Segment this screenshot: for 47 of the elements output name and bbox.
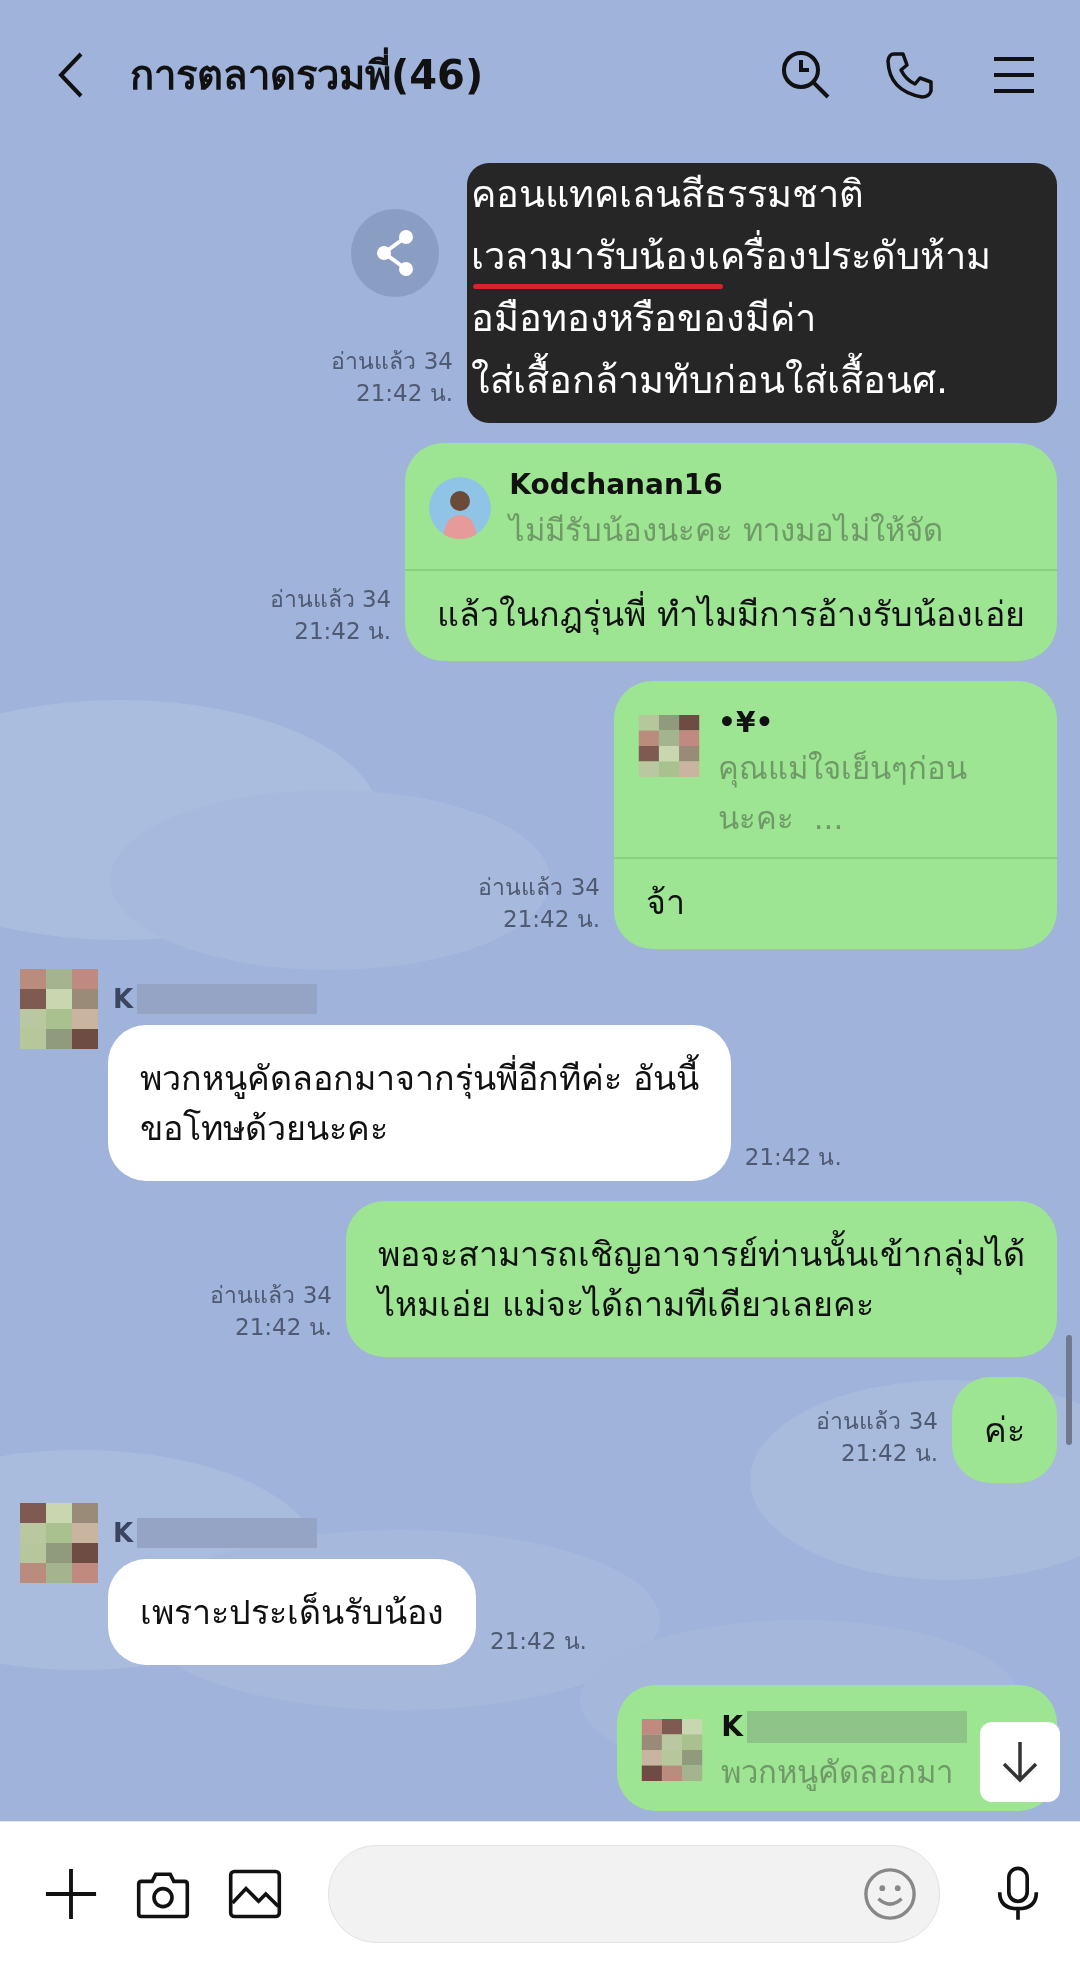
scrollbar[interactable] xyxy=(1066,1335,1072,1445)
message-time: 21:42 น. xyxy=(294,617,392,646)
image-text-line: คอนแทคเลนสีธรรมชาติ xyxy=(470,171,865,218)
scroll-down-button[interactable] xyxy=(980,1722,1060,1802)
chat-title: การตลาดรวมพี่(46) xyxy=(130,43,728,107)
emoji-icon[interactable] xyxy=(863,1867,917,1921)
arrow-down-icon xyxy=(1000,1740,1040,1784)
avatar-icon xyxy=(429,477,492,539)
quoted-sender-name: •¥• xyxy=(718,705,774,741)
image-text-line: เวลามารับน้องเครื่องประดับห้าม xyxy=(467,231,1057,281)
message-text: แล้วในกฎรุ่นพี่ ทำไมมีการอ้างรับน้องเอ่ย xyxy=(405,571,1057,661)
quoted-message: ไม่มีรับน้องนะคะ ทางมอไม่ให้จัด xyxy=(509,511,944,550)
image-text-line: อมือทองหรือของมีค่า xyxy=(470,295,817,342)
avatar-icon xyxy=(641,1719,704,1781)
message-time: 21:42 น. xyxy=(841,1439,938,1468)
sender-name: K xyxy=(113,1517,134,1549)
message-time: 21:42 น. xyxy=(235,1313,332,1342)
message-time: 21:42 น. xyxy=(503,905,600,934)
avatar-icon xyxy=(20,1503,98,1583)
avatar-icon xyxy=(20,969,98,1049)
read-receipt: อ่านแล้ว 34 xyxy=(478,873,600,902)
read-receipt: อ่านแล้ว 34 xyxy=(816,1407,938,1436)
image-message[interactable]: คอนแทคเลนสีธรรมชาติ เวลามารับน้องเครื่องประดับห้าม อมือทองหรือของมีค่า ใส่เสื้อกล้ามทับก่อนใส่เสื้อนศ. xyxy=(467,163,1057,423)
share-button[interactable] xyxy=(351,209,439,297)
message-bubble[interactable]: พอจะสามารถเชิญอาจารย์ท่านนั้นเข้ากลุ่มได้ ไหมเอ่ย แม่จะได้ถามทีเดียวเลยคะ xyxy=(346,1201,1057,1357)
sender-name: K xyxy=(113,983,134,1015)
plus-icon[interactable] xyxy=(44,1867,98,1921)
message-bubble[interactable]: •¥• คุณแม่ใจเย็นๆก่อน นะคะ ... จ้า xyxy=(614,681,1057,949)
quoted-sender-name: K xyxy=(721,1709,743,1745)
read-receipt: อ่านแล้ว 34 xyxy=(331,347,453,376)
message-bubble[interactable]: พวกหนูคัดลอกมาจากรุ่นพี่อีกทีค่ะ อันนี้ ขอโทษด้วยนะคะ xyxy=(108,1025,731,1181)
search-icon[interactable] xyxy=(780,49,832,101)
message-bubble[interactable]: เพราะประเด็นรับน้อง xyxy=(108,1559,476,1665)
message-time: 21:42 น. xyxy=(356,379,453,408)
avatar-icon xyxy=(638,715,700,777)
quoted-sender-name: Kodchanan16 xyxy=(509,467,723,503)
quoted-message: คุณแม่ใจเย็นๆก่อน นะคะ ... xyxy=(718,749,967,838)
read-receipt: อ่านแล้ว 34 xyxy=(269,585,392,614)
message-time: 21:42 น. xyxy=(744,1143,842,1172)
quoted-message: พวกหนูคัดลอกมา xyxy=(721,1753,955,1793)
image-icon[interactable] xyxy=(228,1867,282,1921)
message-time: 21:42 น. xyxy=(490,1627,587,1656)
read-receipt: อ่านแล้ว 34 xyxy=(210,1281,332,1310)
message-text: จ้า xyxy=(645,881,686,924)
message-bubble[interactable]: Kodchanan16 ไม่มีรับน้องนะคะ ทางมอไม่ให้จัด แล้วในกฎรุ่นพี่ ทำไมมีการอ้างรับน้องเอ่ย xyxy=(405,443,1057,661)
microphone-icon[interactable] xyxy=(996,1865,1040,1923)
phone-icon[interactable] xyxy=(884,49,936,101)
